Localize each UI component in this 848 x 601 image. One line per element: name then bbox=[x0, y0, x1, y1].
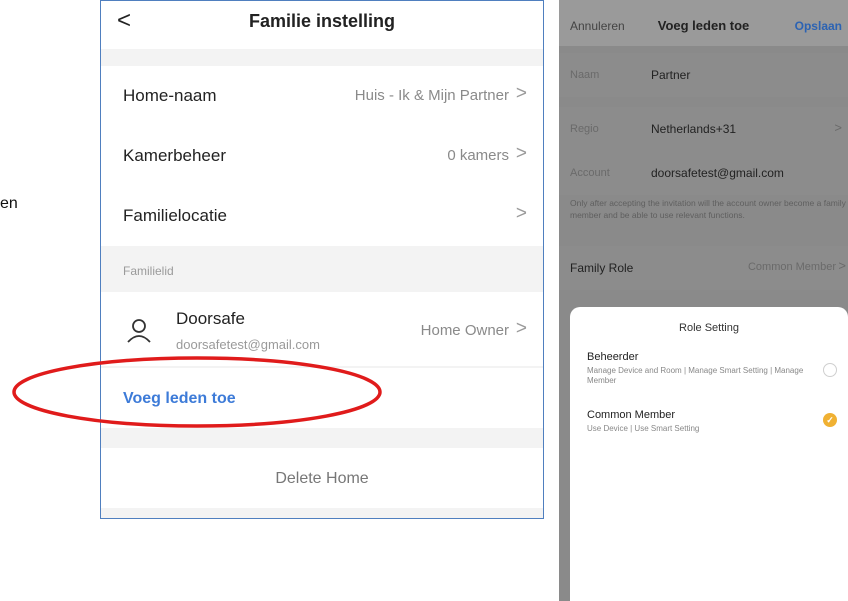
row-label: Familielocatie bbox=[123, 206, 227, 225]
delete-home-button[interactable]: Delete Home bbox=[101, 470, 543, 488]
role-option-desc: Use Device | Use Smart Setting bbox=[587, 424, 700, 433]
row-family-location[interactable]: Familielocatie > bbox=[101, 186, 543, 246]
role-setting-sheet: Role Setting Beheerder Manage Device and… bbox=[570, 307, 848, 601]
member-email: doorsafetest@gmail.com bbox=[176, 337, 320, 352]
header-bar: Annuleren Voeg leden toe Opslaan bbox=[559, 0, 848, 46]
chevron-right-icon: > bbox=[515, 203, 527, 224]
chevron-right-icon: > bbox=[515, 318, 527, 339]
cropped-text-fragment: en bbox=[0, 195, 18, 212]
chevron-right-icon: > bbox=[834, 120, 842, 135]
chevron-right-icon: > bbox=[838, 258, 846, 273]
field-label: Account bbox=[570, 167, 610, 179]
chevron-right-icon: > bbox=[515, 143, 527, 164]
section-label-family-member: Familielid bbox=[123, 264, 174, 278]
row-value: Huis - Ik & Mijn Partner bbox=[354, 87, 509, 104]
field-value: Common Member bbox=[747, 261, 836, 273]
header-bar: < Familie instelling bbox=[101, 1, 543, 49]
save-button[interactable]: Opslaan bbox=[795, 19, 842, 33]
field-region[interactable]: Regio Netherlands+31 > bbox=[559, 107, 848, 151]
role-option-desc: Manage Device and Room | Manage Smart Se… bbox=[587, 366, 804, 385]
field-value: Partner bbox=[651, 68, 691, 82]
member-role: Home Owner bbox=[420, 322, 509, 339]
field-name[interactable]: Naam Partner bbox=[559, 53, 848, 97]
delete-home-row[interactable]: Delete Home bbox=[101, 448, 543, 508]
add-member-screen: Annuleren Voeg leden toe Opslaan Naam Pa… bbox=[559, 0, 848, 601]
field-label: Family Role bbox=[570, 261, 634, 275]
member-name: Doorsafe bbox=[176, 309, 245, 328]
row-room-management[interactable]: Kamerbeheer 0 kamers > bbox=[101, 126, 543, 186]
person-icon bbox=[127, 319, 151, 343]
family-role-row[interactable]: Family Role Common Member > bbox=[559, 246, 848, 290]
sheet-title: Role Setting bbox=[679, 322, 739, 334]
radio-selected-check-icon[interactable]: ✓ bbox=[823, 413, 837, 427]
row-home-name[interactable]: Home-naam Huis - Ik & Mijn Partner > bbox=[101, 66, 543, 126]
role-option-common-member[interactable]: Common Member Use Device | Use Smart Set… bbox=[587, 409, 827, 434]
invitation-note: Only after accepting the invitation will… bbox=[570, 198, 846, 220]
page-title: Familie instelling bbox=[248, 11, 396, 31]
field-value: doorsafetest@gmail.com bbox=[651, 166, 784, 180]
field-label: Naam bbox=[570, 69, 600, 81]
role-option-title: Common Member bbox=[587, 409, 676, 421]
field-account[interactable]: Account doorsafetest@gmail.com bbox=[559, 151, 848, 195]
row-label: Kamerbeheer bbox=[123, 146, 227, 165]
field-label: Regio bbox=[570, 123, 599, 135]
check-icon: ✓ bbox=[826, 415, 834, 425]
row-label: Home-naam bbox=[123, 86, 217, 105]
highlight-ellipse bbox=[12, 356, 382, 428]
row-value: 0 kamers bbox=[447, 147, 509, 164]
role-option-admin[interactable]: Beheerder Manage Device and Room | Manag… bbox=[587, 351, 827, 386]
field-value: Netherlands+31 bbox=[651, 122, 737, 136]
role-option-title: Beheerder bbox=[587, 351, 639, 363]
family-settings-screen: < Familie instelling Home-naam Huis - Ik… bbox=[100, 0, 544, 519]
chevron-right-icon: > bbox=[515, 83, 527, 104]
radio-unselected-icon[interactable] bbox=[823, 363, 837, 377]
